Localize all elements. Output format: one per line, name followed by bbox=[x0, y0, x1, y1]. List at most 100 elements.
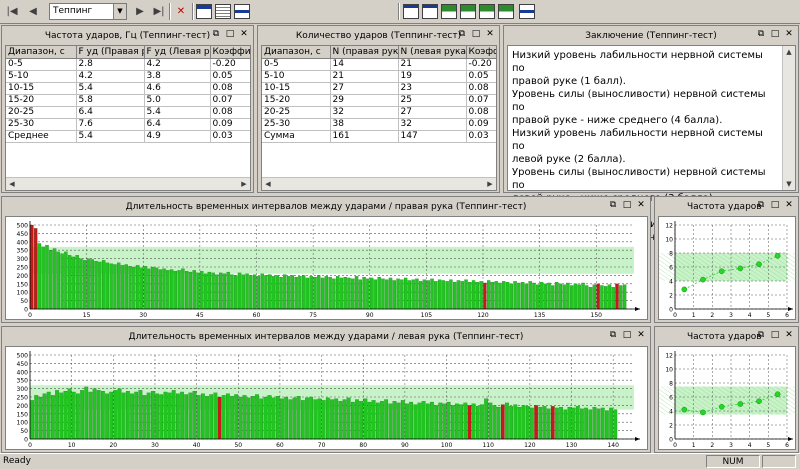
table-cell: 38 bbox=[330, 118, 399, 131]
horizontal-scrollbar[interactable]: ◀ ▶ bbox=[6, 177, 250, 190]
column-header[interactable]: Диапазон, с bbox=[6, 46, 77, 59]
scroll-left-icon[interactable]: ◀ bbox=[262, 178, 274, 190]
count-table-grid[interactable]: Диапазон, сN (правая рука)N (левая рука)… bbox=[261, 45, 497, 191]
window-icon[interactable] bbox=[196, 4, 212, 19]
maximize-icon[interactable]: □ bbox=[770, 200, 780, 210]
chart-layout-icon[interactable] bbox=[441, 4, 457, 19]
chevron-down-icon[interactable]: ▼ bbox=[113, 4, 126, 19]
table-row[interactable]: Сумма 161 147 0.03 bbox=[262, 130, 496, 143]
print-icon[interactable] bbox=[519, 4, 535, 19]
column-header[interactable]: Коэффиц bbox=[210, 46, 250, 59]
bar bbox=[67, 388, 72, 440]
test-select[interactable]: Теппинг ▼ bbox=[49, 3, 127, 20]
table-cell: 5.4 bbox=[144, 106, 211, 119]
nav-first-button[interactable]: |◀ bbox=[3, 3, 21, 20]
close-icon[interactable]: ✕ bbox=[636, 200, 646, 210]
column-header[interactable]: N (левая рука), bbox=[398, 46, 467, 59]
table-row[interactable]: 25-30 38 32 0.09 bbox=[262, 118, 496, 131]
y-tick-label: 350 bbox=[17, 378, 29, 385]
restore-icon[interactable]: ⧉ bbox=[756, 29, 766, 39]
maximize-icon[interactable]: □ bbox=[622, 200, 632, 210]
maximize-icon[interactable]: □ bbox=[622, 330, 632, 340]
table-row[interactable]: 15-20 5.8 5.0 0.07 bbox=[6, 94, 250, 107]
num-lock-indicator: NUM bbox=[706, 455, 760, 468]
bar bbox=[117, 388, 122, 440]
column-header[interactable]: F уд (Левая рук bbox=[144, 46, 211, 59]
chart-layout-icon[interactable] bbox=[479, 4, 495, 19]
report-icon[interactable] bbox=[215, 4, 231, 19]
bar bbox=[317, 275, 321, 310]
nav-next-button[interactable]: ▶ bbox=[131, 3, 149, 20]
bar bbox=[305, 277, 310, 310]
maximize-icon[interactable]: □ bbox=[770, 330, 780, 340]
close-icon[interactable]: ✕ bbox=[784, 330, 794, 340]
scroll-left-icon[interactable]: ◀ bbox=[6, 178, 18, 190]
close-icon[interactable]: ✕ bbox=[784, 200, 794, 210]
table-cell: 0.03 bbox=[210, 130, 250, 143]
bar bbox=[205, 396, 209, 440]
table-row[interactable]: 0-5 2.8 4.2 -0.20 bbox=[6, 58, 250, 71]
close-icon[interactable]: ✕ bbox=[485, 29, 495, 39]
bar bbox=[45, 245, 49, 310]
data-point bbox=[756, 398, 762, 405]
print-icon[interactable] bbox=[234, 4, 250, 19]
x-tick-label: 15 bbox=[83, 312, 91, 319]
scroll-right-icon[interactable]: ▶ bbox=[484, 178, 496, 190]
layout-split-icon[interactable] bbox=[422, 4, 438, 19]
bar bbox=[335, 276, 340, 310]
maximize-icon[interactable]: □ bbox=[770, 29, 780, 39]
scroll-right-icon[interactable]: ▶ bbox=[238, 178, 250, 190]
horizontal-scrollbar[interactable]: ◀ ▶ bbox=[262, 177, 496, 190]
bar bbox=[280, 398, 284, 440]
bar bbox=[162, 268, 166, 310]
freq-table-grid[interactable]: Диапазон, сF уд (Правая руF уд (Левая ру… bbox=[5, 45, 251, 191]
column-header[interactable]: F уд (Правая ру bbox=[76, 46, 145, 59]
chart-layout-icon[interactable] bbox=[498, 4, 514, 19]
scroll-up-icon[interactable]: ▲ bbox=[783, 46, 795, 58]
table-cell: 6.4 bbox=[144, 118, 211, 131]
delete-button[interactable]: ✕ bbox=[172, 3, 190, 20]
column-header[interactable]: Коэфф bbox=[466, 46, 496, 59]
table-row[interactable]: 15-20 29 25 0.07 bbox=[262, 94, 496, 107]
maximize-icon[interactable]: □ bbox=[471, 29, 481, 39]
table-cell: 29 bbox=[330, 94, 399, 107]
restore-icon[interactable]: ⧉ bbox=[756, 200, 766, 210]
bar bbox=[434, 281, 438, 310]
restore-icon[interactable]: ⧉ bbox=[608, 200, 618, 210]
restore-icon[interactable]: ⧉ bbox=[457, 29, 467, 39]
table-row[interactable]: 5-10 4.2 3.8 0.05 bbox=[6, 70, 250, 83]
bar bbox=[500, 404, 505, 440]
x-tick-label: 105 bbox=[421, 312, 433, 319]
restore-icon[interactable]: ⧉ bbox=[756, 330, 766, 340]
nav-last-button[interactable]: ▶| bbox=[150, 3, 168, 20]
scroll-down-icon[interactable]: ▼ bbox=[783, 178, 795, 190]
nav-prev-button[interactable]: ◀ bbox=[24, 3, 42, 20]
vertical-scrollbar[interactable]: ▲ ▼ bbox=[782, 46, 795, 190]
conclusion-text[interactable]: Низкий уровень лабильности нервной систе… bbox=[507, 45, 796, 243]
layout-single-icon[interactable] bbox=[403, 4, 419, 19]
bar bbox=[63, 391, 68, 440]
close-icon[interactable]: ✕ bbox=[784, 29, 794, 39]
bar bbox=[255, 394, 259, 440]
table-row[interactable]: Среднее 5.4 4.9 0.03 bbox=[6, 130, 250, 143]
restore-icon[interactable]: ⧉ bbox=[608, 330, 618, 340]
table-row[interactable]: 5-10 21 19 0.05 bbox=[262, 70, 496, 83]
close-icon[interactable]: ✕ bbox=[239, 29, 249, 39]
test-select-value: Теппинг bbox=[53, 6, 93, 16]
table-row[interactable]: 25-30 7.6 6.4 0.09 bbox=[6, 118, 250, 131]
bar bbox=[88, 391, 93, 440]
chart-layout-icon[interactable] bbox=[460, 4, 476, 19]
column-header[interactable]: N (правая рука) bbox=[330, 46, 399, 59]
freq-table: Диапазон, сF уд (Правая руF уд (Левая ру… bbox=[6, 46, 250, 143]
table-row[interactable]: 0-5 14 21 -0.20 bbox=[262, 58, 496, 71]
restore-icon[interactable]: ⧉ bbox=[211, 29, 221, 39]
data-point bbox=[774, 253, 781, 259]
column-header[interactable]: Диапазон, с bbox=[262, 46, 331, 59]
table-row[interactable]: 20-25 6.4 5.4 0.08 bbox=[6, 106, 250, 119]
table-row[interactable]: 10-15 27 23 0.08 bbox=[262, 82, 496, 95]
table-row[interactable]: 10-15 5.4 4.6 0.08 bbox=[6, 82, 250, 95]
maximize-icon[interactable]: □ bbox=[225, 29, 235, 39]
bar bbox=[211, 272, 215, 310]
close-icon[interactable]: ✕ bbox=[636, 330, 646, 340]
table-row[interactable]: 20-25 32 27 0.08 bbox=[262, 106, 496, 119]
